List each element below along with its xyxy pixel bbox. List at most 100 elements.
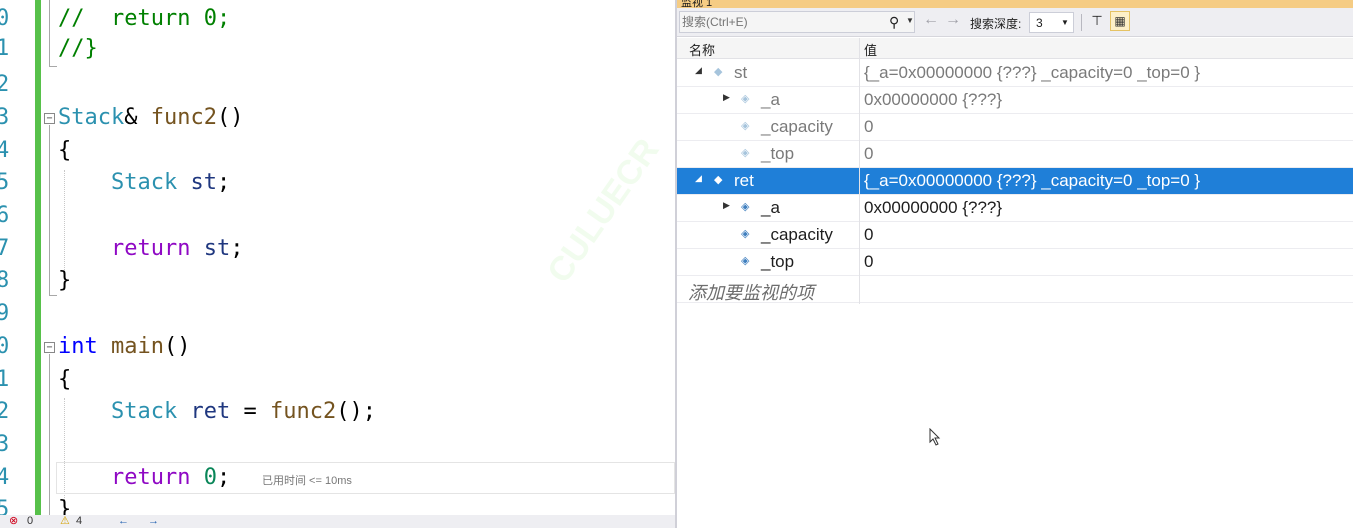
brace: {: [58, 138, 72, 163]
add-watch-placeholder[interactable]: 添加要监视的项: [688, 279, 814, 305]
variable-icon: ◆: [714, 174, 723, 186]
add-watch-row[interactable]: 添加要监视的项: [677, 276, 1353, 303]
warning-icon[interactable]: ⚠: [60, 515, 70, 528]
punct: ;: [216, 465, 231, 490]
editor-status-bar: ⊗ 0 ⚠ 4 ← →: [0, 515, 675, 528]
line-number: 2: [0, 399, 10, 424]
chevron-down-icon[interactable]: ▼: [906, 16, 914, 25]
collapse-triangle-icon[interactable]: ◢: [695, 65, 702, 76]
back-arrow-icon[interactable]: ←: [118, 515, 129, 528]
function-name: func2: [150, 105, 217, 130]
member-icon: ◈: [741, 93, 750, 105]
member-icon: ◈: [741, 228, 750, 240]
variable-icon: ◆: [714, 66, 723, 78]
variable: st: [190, 170, 217, 195]
forward-arrow-icon[interactable]: →: [148, 515, 159, 528]
pin-icon[interactable]: ⊤: [1088, 13, 1106, 31]
column-header-name[interactable]: 名称: [689, 40, 715, 59]
watch-toolbar: ⚲ ▼ ← → 搜索深度: 3 ▼ ⊤ ▦: [677, 8, 1353, 37]
comment: // return 0;: [58, 6, 231, 31]
warning-count[interactable]: 4: [76, 515, 82, 528]
line-number: 4: [0, 138, 10, 163]
fold-guide: [49, 354, 50, 528]
fold-guide-end: [49, 66, 57, 67]
watermark: CULUECR: [540, 131, 667, 290]
member-icon: ◈: [741, 201, 750, 213]
watch-row-value[interactable]: 0x00000000 {???}: [864, 90, 1002, 110]
search-input[interactable]: [680, 12, 880, 32]
search-depth-value: 3: [1036, 16, 1043, 30]
watch-row-value[interactable]: 0: [864, 225, 873, 245]
fold-guide: [49, 0, 50, 66]
column-divider[interactable]: [859, 38, 860, 304]
watch-panel: 监视 1 ⚲ ▼ ← → 搜索深度: 3 ▼ ⊤ ▦ 名称 值 ◢ ◆ st {…: [675, 0, 1353, 528]
watch-row-name: st: [734, 63, 748, 82]
watch-row-ret-a[interactable]: ▶ ◈ _a 0x00000000 {???}: [677, 195, 1353, 222]
code-line: }: [58, 266, 71, 296]
watch-row-value[interactable]: 0: [864, 144, 873, 164]
code-line: int main(): [58, 332, 190, 362]
code-line: return 0;: [58, 463, 230, 493]
punct: =: [230, 399, 270, 424]
watch-row-ret[interactable]: ◢ ◆ ret {_a=0x00000000 {???} _capacity=0…: [677, 168, 1353, 195]
watch-row-ret-capacity[interactable]: ◈ _capacity 0: [677, 222, 1353, 249]
watch-row-value[interactable]: 0: [864, 117, 873, 137]
changed-lines-bar: [35, 0, 41, 515]
keyword: return: [110, 236, 191, 261]
collapse-func2-icon[interactable]: −: [44, 113, 55, 124]
column-header-value[interactable]: 值: [864, 40, 877, 59]
code-line: Stack st;: [58, 168, 230, 198]
punct: ();: [336, 399, 376, 424]
code-line: return st;: [58, 234, 243, 264]
error-icon[interactable]: ⊗: [9, 515, 18, 528]
type-name: Stack: [58, 105, 125, 130]
expand-triangle-icon[interactable]: ▶: [723, 92, 730, 103]
search-box[interactable]: ⚲ ▼: [679, 11, 915, 33]
line-number: 5: [0, 170, 10, 195]
line-number: 7: [0, 236, 10, 261]
watch-row-name: _a: [761, 198, 780, 217]
code-line: //}: [58, 34, 98, 64]
watch-row-st[interactable]: ◢ ◆ st {_a=0x00000000 {???} _capacity=0 …: [677, 60, 1353, 87]
code-line: {: [58, 136, 71, 166]
line-number: 0: [0, 6, 10, 31]
watch-row-value[interactable]: {_a=0x00000000 {???} _capacity=0 _top=0 …: [864, 171, 1200, 191]
code-line: // return 0;: [58, 4, 230, 34]
number-literal: 0: [203, 465, 217, 490]
toolbar-separator: [1081, 14, 1082, 31]
code-editor[interactable]: 0 1 2 3 4 5 6 7 8 9 0 1 2 3 4 5 − − // r…: [0, 0, 675, 528]
watch-row-name: _top: [761, 144, 795, 163]
error-count[interactable]: 0: [27, 515, 33, 528]
line-number: 9: [0, 301, 10, 326]
watch-row-st-a[interactable]: ▶ ◈ _a 0x00000000 {???}: [677, 87, 1353, 114]
search-icon[interactable]: ⚲: [889, 14, 899, 31]
type-name: Stack: [110, 170, 178, 195]
grid-header: 名称 值: [677, 38, 1353, 59]
search-previous-icon[interactable]: ←: [923, 11, 939, 29]
comment: //}: [58, 36, 98, 61]
hex-display-icon[interactable]: ▦: [1110, 11, 1130, 31]
watch-title: 监视 1: [681, 0, 713, 8]
brace: {: [58, 367, 72, 392]
collapse-main-icon[interactable]: −: [44, 342, 55, 353]
expand-triangle-icon[interactable]: ▶: [723, 200, 730, 211]
search-next-icon[interactable]: →: [945, 11, 961, 29]
watch-row-value[interactable]: 0: [864, 252, 873, 272]
code-line: Stack ret = func2();: [58, 397, 376, 427]
watch-row-st-capacity[interactable]: ◈ _capacity 0: [677, 114, 1353, 141]
search-depth-label: 搜索深度:: [970, 17, 1022, 31]
watch-row-value[interactable]: 0x00000000 {???}: [864, 198, 1002, 218]
fold-guide-end: [49, 295, 57, 296]
punct: ;: [230, 236, 244, 261]
watch-row-ret-top[interactable]: ◈ _top 0: [677, 249, 1353, 276]
line-number: 0: [0, 334, 10, 359]
watch-row-name: ret: [734, 171, 754, 190]
watch-row-st-top[interactable]: ◈ _top 0: [677, 141, 1353, 168]
collapse-triangle-icon[interactable]: ◢: [695, 173, 702, 184]
search-depth-select[interactable]: 3 ▼: [1029, 12, 1074, 33]
watch-row-value[interactable]: {_a=0x00000000 {???} _capacity=0 _top=0 …: [864, 63, 1200, 83]
watch-title-bar[interactable]: 监视 1: [677, 0, 1353, 8]
line-number: 1: [0, 36, 10, 61]
watch-row-name: _capacity: [761, 225, 833, 244]
variable: st: [203, 236, 231, 261]
